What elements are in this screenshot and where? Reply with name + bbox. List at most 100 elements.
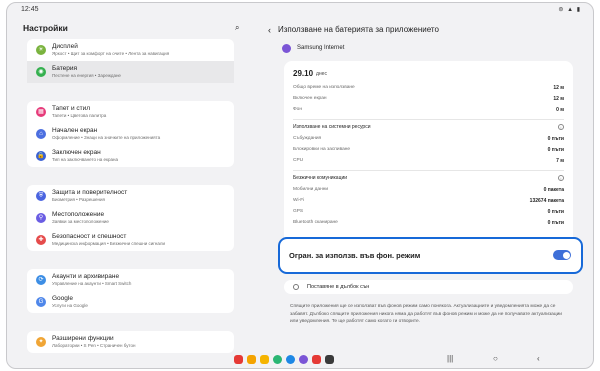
star-icon: ✦ — [36, 337, 46, 347]
system-row: CPU 7 м — [293, 158, 564, 168]
settings-item-google[interactable]: G Google Услуги на Google — [27, 291, 234, 313]
dock-app-icon[interactable] — [234, 355, 243, 364]
emergency-icon: ✚ — [36, 235, 46, 245]
shield-icon: ⛨ — [36, 191, 46, 201]
usage-row: Фон 0 м — [293, 107, 564, 117]
usage-date-suffix: днес — [316, 71, 327, 77]
settings-item-location[interactable]: ⚲ Местоположение Заявки за местоположени… — [27, 207, 234, 229]
usage-row: Включен екран 12 м — [293, 96, 564, 106]
info-icon[interactable]: i — [558, 124, 564, 130]
usage-row: Общо време на използване 12 м — [293, 85, 564, 95]
usage-row-label: Общо време на използване — [293, 85, 355, 90]
settings-group-3: ⛨ Защита и поверителност Биометрия • Раз… — [27, 185, 234, 251]
wallpaper-icon: ▦ — [36, 107, 46, 117]
settings-list-panel: Настройки ⌕ ☀ Дисплей Яркост • Щит за ко… — [7, 17, 250, 353]
tablet-screen: 12:45 ⊜ ▲ ▮ Настройки ⌕ ☀ Дисплей Яркост… — [6, 2, 594, 369]
navigation-bar: ||| ○ ‹ — [7, 351, 593, 368]
settings-item-subtitle: Пестене на енергия • Зареждане — [52, 73, 121, 78]
wireless-row-value: 0 пакета — [543, 187, 564, 193]
usage-row-value: 12 м — [553, 85, 564, 91]
section-title: Безжични комуникации — [293, 175, 348, 181]
system-row-label: Блокировки на заспиване — [293, 147, 351, 152]
wireless-row-label: Wi-Fi — [293, 198, 305, 203]
sync-icon: ⟳ — [36, 275, 46, 285]
usage-row-label: Включен екран — [293, 96, 327, 101]
wireless-row-value: 132674 пакета — [529, 198, 564, 204]
settings-item-home-screen[interactable]: ⌂ Начален екран Оформление • Знаци на зн… — [27, 123, 234, 145]
settings-item-safety[interactable]: ✚ Безопасност и спешност Медицинска инфо… — [27, 229, 234, 251]
settings-item-subtitle: Биометрия • Разрешения — [52, 197, 105, 202]
settings-item-display[interactable]: ☀ Дисплей Яркост • Щит за комфорт на очи… — [27, 39, 234, 61]
lock-icon: 🔒 — [36, 151, 46, 161]
settings-item-subtitle: Управление на акаунти • Smart Switch — [52, 281, 132, 286]
settings-item-battery[interactable]: ◉ Батерия Пестене на енергия • Зареждане — [27, 61, 234, 83]
section-title: Използване на системни ресурси — [293, 124, 371, 130]
dock-app-icon[interactable] — [325, 355, 334, 364]
dock-app-icon[interactable] — [273, 355, 282, 364]
system-resources-section: Използване на системни ресурси i — [293, 124, 564, 130]
usage-row-value: 0 м — [556, 107, 564, 113]
dock-app-icon[interactable] — [312, 355, 321, 364]
wireless-row: GPS 0 пъти — [293, 209, 564, 219]
dock-app-icon[interactable] — [286, 355, 295, 364]
settings-item-title: Дисплей — [52, 43, 78, 50]
deep-sleep-row[interactable]: Поставяне в дълбок сън — [284, 280, 573, 294]
info-icon[interactable]: i — [558, 175, 564, 181]
home-icon[interactable]: ○ — [493, 354, 498, 363]
settings-item-title: Тапет и стил — [52, 105, 91, 112]
home-icon: ⌂ — [36, 129, 46, 139]
system-row-label: CPU — [293, 158, 304, 163]
background-restriction-toggle[interactable] — [553, 250, 571, 260]
location-icon: ⚲ — [36, 213, 46, 223]
background-restriction-label: Огран. за използв. във фон. режим — [289, 251, 421, 260]
status-bar: 12:45 ⊜ ▲ ▮ — [7, 3, 593, 17]
wireless-row-value: 0 пъти — [547, 209, 564, 215]
google-icon: G — [36, 297, 46, 307]
settings-item-title: Безопасност и спешност — [52, 233, 127, 240]
settings-group-4: ⟳ Акаунти и архивиране Управление на ака… — [27, 269, 234, 313]
battery-detail-panel: ‹ Използване на батерията за приложениет… — [250, 17, 593, 353]
search-icon[interactable]: ⌕ — [235, 23, 239, 33]
wireless-row-value: 0 пъти — [547, 220, 564, 226]
divider — [293, 119, 564, 120]
wireless-row-label: GPS — [293, 209, 304, 214]
usage-card: 29.10 днес Общо време на използване 12 м… — [284, 61, 573, 246]
settings-item-wallpaper[interactable]: ▦ Тапет и стил Тапети • Цветова палитра — [27, 101, 234, 123]
status-time: 12:45 — [21, 6, 39, 13]
settings-item-advanced[interactable]: ✦ Разширени функции Лаборатории • S Pen … — [27, 331, 234, 353]
app-icon — [282, 44, 291, 53]
system-row-label: Събуждания — [293, 136, 322, 141]
divider — [293, 170, 564, 171]
settings-item-title: Батерия — [52, 65, 78, 72]
settings-item-title: Местоположение — [52, 211, 105, 218]
wireless-row: Мобилни данни 0 пакета — [293, 187, 564, 197]
settings-item-security[interactable]: ⛨ Защита и поверителност Биометрия • Раз… — [27, 185, 234, 207]
recents-icon[interactable]: ||| — [447, 354, 453, 363]
settings-item-title: Google — [52, 295, 73, 302]
settings-item-subtitle: Тип на заключването на екрана — [52, 157, 118, 162]
settings-group-5: ✦ Разширени функции Лаборатории • S Pen … — [27, 331, 234, 353]
dock-app-icon[interactable] — [247, 355, 256, 364]
background-restriction-row[interactable]: Огран. за използв. във фон. режим — [278, 237, 583, 274]
system-row-value: 0 пъти — [547, 147, 564, 153]
settings-item-title: Начален екран — [52, 127, 98, 134]
settings-item-lock-screen[interactable]: 🔒 Заключен екран Тип на заключването на … — [27, 145, 234, 167]
settings-item-subtitle: Заявки за местоположение — [52, 219, 109, 224]
back-icon[interactable]: ‹ — [268, 25, 271, 35]
settings-item-subtitle: Оформление • Знаци на значките на прилож… — [52, 135, 161, 140]
dock-app-icon[interactable] — [299, 355, 308, 364]
settings-item-title: Заключен екран — [52, 149, 101, 156]
settings-item-subtitle: Медицинска информация • Безжични спешни … — [52, 241, 166, 246]
settings-item-subtitle: Яркост • Щит за комфорт на очите • Лента… — [52, 51, 170, 56]
deep-sleep-radio[interactable] — [293, 284, 299, 290]
settings-item-subtitle: Лаборатории • S Pen • Страничен бутон — [52, 343, 136, 348]
usage-row-value: 12 м — [553, 96, 564, 102]
back-icon[interactable]: ‹ — [537, 354, 540, 363]
dock-app-icon[interactable] — [260, 355, 269, 364]
settings-item-title: Разширени функции — [52, 335, 114, 342]
settings-item-accounts[interactable]: ⟳ Акаунти и архивиране Управление на ака… — [27, 269, 234, 291]
wireless-row: Wi-Fi 132674 пакета — [293, 198, 564, 208]
settings-item-subtitle: Услуги на Google — [52, 303, 88, 308]
wireless-row-label: Bluetooth сканиране — [293, 220, 338, 225]
wireless-row: Bluetooth сканиране 0 пъти — [293, 220, 564, 230]
